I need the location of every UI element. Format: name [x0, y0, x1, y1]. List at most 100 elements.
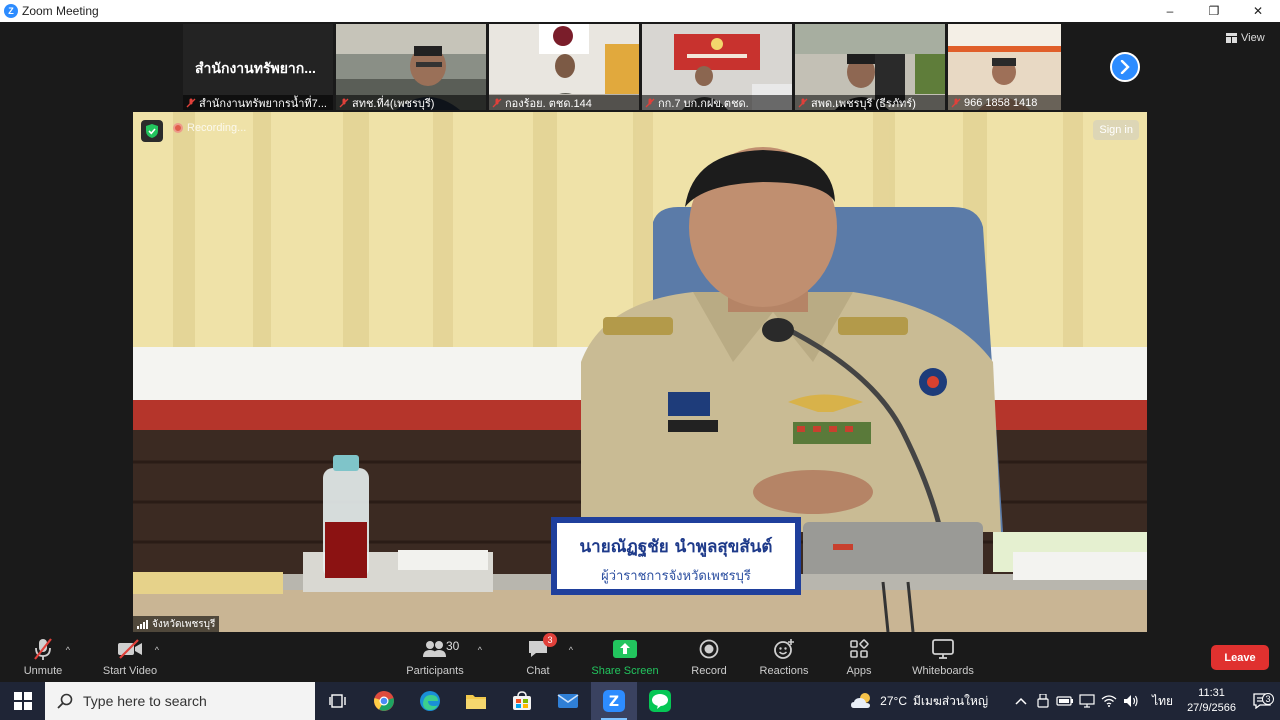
video-options-caret[interactable]: ^ [155, 645, 159, 655]
thumbnail-strip: สำนักงานทรัพยาก... สำนักงานทรัพยากรน้ำที… [183, 24, 1078, 110]
participant-name-bar: สพด.เพชรบุรี (ธีรภัทร์) [795, 95, 945, 110]
record-button[interactable]: Record [688, 632, 730, 682]
participant-tile[interactable]: สพด.เพชรบุรี (ธีรภัทร์) [795, 24, 945, 110]
participant-name: สำนักงานทรัพยากรน้ำที่7... [199, 97, 327, 110]
line-icon [649, 690, 671, 712]
record-label: Record [691, 665, 727, 677]
cloud-sun-icon [851, 693, 871, 708]
taskbar-search-input[interactable] [83, 693, 303, 709]
store-bag-icon [513, 691, 531, 710]
reactions-label: Reactions [759, 665, 809, 677]
mic-muted-icon [951, 98, 961, 107]
notification-count-badge: 3 [1262, 693, 1274, 705]
taskbar-app-mail[interactable] [545, 682, 591, 720]
next-page-button[interactable] [1110, 52, 1140, 82]
zoom-icon: Z [603, 690, 625, 712]
mail-icon [557, 694, 579, 708]
participant-name-bar: สทช.ที่4(เพชรบุรี) [336, 95, 486, 110]
apps-button[interactable]: Apps [843, 632, 875, 682]
task-view-button[interactable] [315, 682, 361, 720]
taskbar-app-chrome[interactable] [361, 682, 407, 720]
taskbar-clock[interactable]: 11:31 27/9/2566 [1187, 686, 1236, 716]
input-language[interactable]: ไทย [1152, 692, 1173, 711]
taskbar-search-box[interactable] [45, 682, 315, 720]
chat-options-caret[interactable]: ^ [569, 645, 573, 655]
mic-muted-icon [645, 98, 655, 107]
clock-time: 11:31 [1198, 687, 1225, 699]
restore-button[interactable]: ❐ [1192, 0, 1236, 22]
participant-tile[interactable]: 966 1858 1418 [948, 24, 1061, 110]
taskbar-app-line[interactable] [637, 682, 683, 720]
taskbar-app-zoom[interactable]: Z [591, 682, 637, 720]
participant-tile[interactable]: กองร้อย. ตชด.144 [489, 24, 639, 110]
svg-text:Z: Z [609, 694, 619, 710]
system-tray: 27°C มีเมฆส่วนใหญ่ ไทย 11:31 27/9/2566 3 [850, 682, 1280, 720]
participant-tile[interactable]: สทช.ที่4(เพชรบุรี) [336, 24, 486, 110]
meeting-area: สำนักงานทรัพยาก... สำนักงานทรัพยากรน้ำที… [0, 22, 1280, 632]
minimize-button[interactable]: – [1148, 0, 1192, 22]
share-screen-label: Share Screen [591, 665, 659, 677]
show-hidden-icons-button[interactable] [1010, 697, 1032, 705]
active-speaker-video[interactable]: นายณัฏฐชัย นำพูลสุขสันต์ ผู้ว่าราชการจัง… [133, 112, 1147, 632]
active-speaker-name: จังหวัดเพชรบุรี [152, 618, 216, 630]
speaker-icon [1124, 695, 1138, 707]
participant-display-name: สำนักงานทรัพยาก... [195, 60, 316, 76]
recording-indicator: Recording... [173, 122, 246, 134]
reactions-smiley-icon [774, 639, 794, 659]
unmute-button[interactable]: ^ Unmute [20, 632, 70, 682]
participant-name-bar: กองร้อย. ตชด.144 [489, 95, 639, 110]
mic-muted-icon [492, 98, 502, 107]
leave-meeting-button[interactable]: Leave [1211, 645, 1269, 670]
participant-tile[interactable]: สำนักงานทรัพยาก... สำนักงานทรัพยากรน้ำที… [183, 24, 333, 110]
clock-date: 27/9/2566 [1187, 702, 1236, 714]
taskbar-app-edge[interactable] [407, 682, 453, 720]
edge-icon [420, 691, 440, 711]
whiteboards-button[interactable]: Whiteboards [908, 632, 978, 682]
record-icon [699, 639, 719, 659]
video-off-icon [118, 639, 142, 659]
chat-button[interactable]: 3 ^ Chat [523, 632, 573, 682]
share-screen-button[interactable]: Share Screen [590, 632, 660, 682]
participants-button[interactable]: 30 ^ Participants [405, 632, 482, 682]
participant-name-bar: สำนักงานทรัพยากรน้ำที่7... [183, 95, 333, 110]
active-speaker-name-bar: จังหวัดเพชรบุรี [133, 616, 220, 632]
mic-muted-icon [34, 638, 52, 660]
participants-count: 30 [446, 639, 460, 653]
speaker-video-frame: นายณัฏฐชัย นำพูลสุขสันต์ ผู้ว่าราชการจัง… [133, 112, 1147, 632]
tray-display[interactable] [1076, 694, 1098, 708]
folder-icon [466, 695, 486, 709]
close-button[interactable]: ✕ [1236, 0, 1280, 22]
chat-unread-badge: 3 [543, 633, 557, 647]
participant-tile[interactable]: กก.7 บก.กฝข.ตชด. [642, 24, 792, 110]
taskbar-app-store[interactable] [499, 682, 545, 720]
tray-volume[interactable] [1120, 694, 1142, 708]
tray-wifi[interactable] [1098, 695, 1120, 707]
chrome-icon [374, 691, 394, 711]
participants-label: Participants [406, 665, 464, 677]
participants-icon [423, 641, 446, 657]
encryption-shield-icon[interactable] [141, 120, 163, 142]
start-video-button[interactable]: ^ Start Video [100, 632, 160, 682]
weather-temperature: 27°C [880, 694, 907, 708]
taskbar-app-file-explorer[interactable] [453, 682, 499, 720]
apps-icon [850, 639, 869, 658]
view-label: View [1241, 32, 1265, 44]
wifi-icon [1101, 695, 1117, 707]
view-button[interactable]: View [1226, 32, 1265, 44]
reactions-button[interactable]: Reactions [758, 632, 810, 682]
weather-widget[interactable]: 27°C มีเมฆส่วนใหญ่ [850, 692, 988, 711]
sign-in-button[interactable]: Sign in [1093, 120, 1139, 140]
search-icon [57, 693, 73, 709]
whiteboards-label: Whiteboards [912, 665, 974, 677]
tray-onedrive[interactable] [1032, 694, 1054, 708]
battery-icon [1056, 696, 1074, 706]
participants-options-caret[interactable]: ^ [478, 645, 482, 655]
notification-center-button[interactable]: 3 [1244, 693, 1280, 709]
start-button[interactable] [0, 682, 45, 720]
participant-name-bar: 966 1858 1418 [948, 95, 1061, 110]
nameplate-title: ผู้ว่าราชการจังหวัดเพชรบุรี [601, 568, 751, 584]
audio-options-caret[interactable]: ^ [66, 645, 70, 655]
weather-description: มีเมฆส่วนใหญ่ [912, 693, 989, 708]
tray-battery[interactable] [1054, 696, 1076, 706]
window-controls: – ❐ ✕ [1148, 0, 1280, 22]
